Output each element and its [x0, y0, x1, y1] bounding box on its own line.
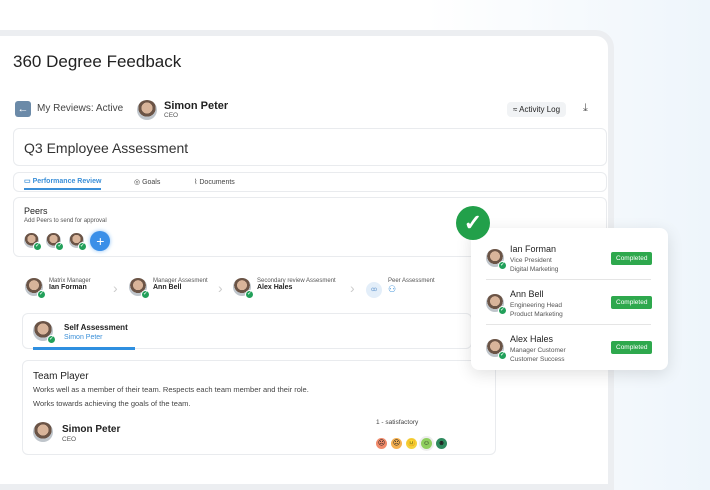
- rating-label: 1 - satisfactory: [376, 419, 419, 426]
- add-peer-button[interactable]: +: [90, 231, 111, 251]
- self-assessment-tab[interactable]: ✓ Self Assessment Simon Peter: [22, 313, 472, 350]
- sad-emoji-icon[interactable]: ☹: [391, 438, 402, 449]
- activity-log-label: Activity Log: [519, 105, 561, 114]
- question-title: Team Player: [33, 371, 89, 382]
- person-title: Engineering Head: [510, 302, 563, 309]
- avatar: ✓: [129, 278, 150, 299]
- target-icon: ◎: [134, 179, 143, 186]
- download-icon[interactable]: ⤓: [583, 102, 588, 115]
- status-badge: Completed: [611, 341, 653, 354]
- peer-avatar: ✓: [24, 233, 42, 251]
- step-matrix-manager: ✓ Matrix Manager Ian Forman: [25, 278, 91, 301]
- person-name: Ian Forman: [510, 244, 557, 254]
- avatar: ✓: [25, 278, 46, 299]
- popup-row: ✓ Alex Hales Manager Customer Customer S…: [486, 328, 653, 368]
- completed-popup: ✓ Ian Forman Vice President Digital Mark…: [471, 228, 668, 370]
- back-button[interactable]: ←: [15, 101, 31, 117]
- peer-avatar: ✓: [46, 233, 65, 251]
- tab-documents[interactable]: ⌇ Documents: [194, 178, 235, 186]
- avatar: [33, 422, 53, 442]
- question-card: Team Player Works well as a member of th…: [22, 360, 496, 455]
- chevron-right-icon: ›: [350, 280, 355, 296]
- avatar: [137, 100, 157, 120]
- step-peer-assessment: ꝏ Peer Assessment ⚇: [366, 278, 435, 298]
- page-title: 360 Degree Feedback: [13, 52, 182, 71]
- peers-title: Peers: [24, 206, 48, 216]
- step-name: Alex Hales: [257, 284, 293, 291]
- peer-avatar: ✓: [68, 233, 87, 251]
- tab-bar: ▭ Performance Review ◎ Goals ⌇ Documents: [13, 172, 607, 192]
- chat-icon: ▭: [24, 178, 33, 185]
- neutral-emoji-icon[interactable]: 😐: [406, 438, 417, 449]
- very-happy-emoji-icon[interactable]: ☻: [436, 438, 447, 449]
- step-name: Ann Bell: [153, 284, 182, 291]
- group-icon: ꝏ: [366, 282, 382, 298]
- peers-subtitle: Add Peers to send for approval: [24, 218, 107, 224]
- question-text: Works towards achieving the goals of the…: [33, 399, 191, 408]
- happy-emoji-icon[interactable]: ☺: [421, 438, 432, 449]
- popup-row: ✓ Ian Forman Vice President Digital Mark…: [486, 240, 653, 280]
- user-role: CEO: [164, 112, 179, 119]
- back-label: My Reviews: Active: [37, 103, 124, 114]
- tab-label: Documents: [199, 179, 235, 186]
- status-badge: Completed: [611, 252, 653, 265]
- person-title: Manager Customer: [510, 347, 566, 354]
- avatar: ✓: [486, 249, 507, 270]
- person-department: Customer Success: [510, 356, 565, 363]
- tab-goals[interactable]: ◎ Goals: [134, 178, 160, 186]
- avatar: ✓: [233, 278, 254, 299]
- person-name: Alex Hales: [510, 334, 554, 344]
- popup-row: ✓ Ann Bell Engineering Head Product Mark…: [486, 283, 653, 325]
- avatar: ✓: [486, 294, 507, 315]
- self-assessment-name: Simon Peter: [64, 334, 103, 341]
- chevron-right-icon: ›: [113, 280, 118, 296]
- person-department: Product Marketing: [510, 311, 563, 318]
- person-title: Vice President: [510, 257, 552, 264]
- user-role: CEO: [62, 436, 77, 443]
- assessment-title-box: Q3 Employee Assessment: [13, 128, 607, 166]
- status-badge: Completed: [611, 296, 653, 309]
- angry-emoji-icon[interactable]: ☹: [376, 438, 387, 449]
- step-secondary-review: ✓ Secondary review Assesment Alex Hales: [233, 278, 336, 301]
- avatar: ✓: [486, 339, 507, 360]
- workflow-steps: ✓ Matrix Manager Ian Forman › ✓ Manager A…: [25, 278, 475, 300]
- user-name: Simon Peter: [62, 424, 121, 435]
- check-circle-icon: ✓: [456, 206, 490, 240]
- tab-label: Goals: [142, 179, 161, 186]
- tab-performance-review[interactable]: ▭ Performance Review: [24, 177, 102, 190]
- activity-log-button[interactable]: ≈ Activity Log: [507, 102, 567, 117]
- self-assessment-title: Self Assessment: [64, 323, 128, 332]
- step-name: Ian Forman: [49, 284, 87, 291]
- avatar: ✓: [33, 321, 56, 344]
- person-department: Digital Marketing: [510, 266, 559, 273]
- assessment-title: Q3 Employee Assessment: [24, 140, 189, 156]
- step-manager-assessment: ✓ Manager Assesment Ann Bell: [129, 278, 208, 301]
- question-text: Works well as a member of their team. Re…: [33, 385, 309, 394]
- chevron-right-icon: ›: [218, 280, 223, 296]
- person-name: Ann Bell: [510, 289, 544, 299]
- person-check-icon: ⚇: [388, 284, 397, 294]
- active-indicator: [33, 347, 135, 350]
- tab-label: Performance Review: [32, 178, 102, 185]
- user-name: Simon Peter: [164, 100, 229, 112]
